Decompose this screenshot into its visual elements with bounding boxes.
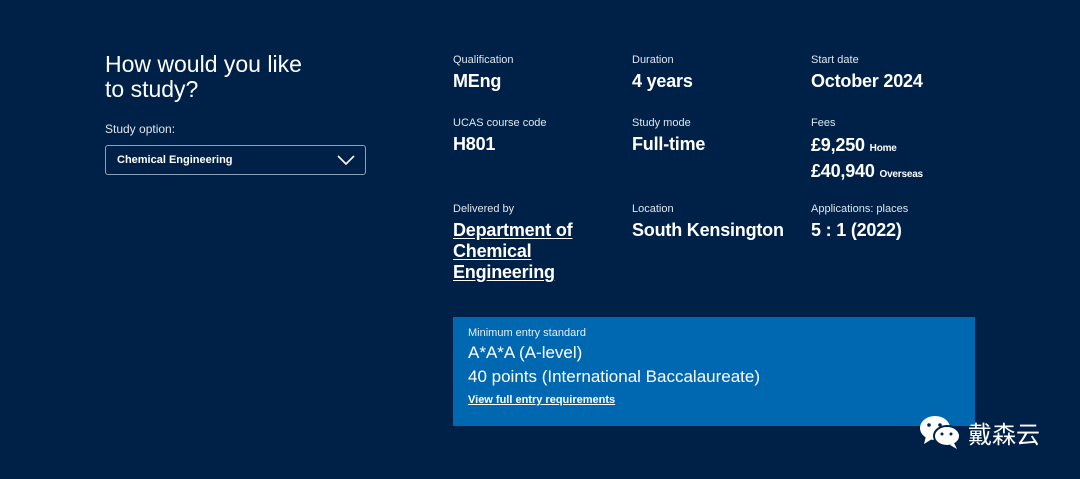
fees-label: Fees xyxy=(811,117,836,129)
start-date-label: Start date xyxy=(811,54,859,66)
study-mode-label: Study mode xyxy=(632,117,691,129)
location-cell: Location South Kensington xyxy=(632,202,802,241)
qualification-value: MEng xyxy=(453,71,502,91)
duration-cell: Duration 4 years xyxy=(632,53,802,92)
wechat-icon xyxy=(920,416,961,449)
applications-label: Applications: places xyxy=(811,203,909,215)
ucas-value: H801 xyxy=(453,134,496,154)
fee-home: £9,250 Home xyxy=(811,135,897,155)
entry-ib: 40 points (International Baccalaureate) xyxy=(468,367,761,386)
fees-values: £9,250 Home £40,940 Overseas xyxy=(811,134,981,186)
entry-a-level: A*A*A (A-level) xyxy=(468,343,583,362)
delivered-by-cell: Delivered by Department of Chemical Engi… xyxy=(453,202,613,283)
qualification-cell: Qualification MEng xyxy=(453,53,623,92)
study-option-select[interactable]: Chemical Engineering xyxy=(105,145,366,175)
start-date-cell: Start date October 2024 xyxy=(811,53,981,92)
ucas-cell: UCAS course code H801 xyxy=(453,116,623,155)
fees-cell: Fees £9,250 Home £40,940 Overseas xyxy=(811,116,981,186)
applications-cell: Applications: places 5 : 1 (2022) xyxy=(811,202,981,241)
watermark-text: 戴森云 xyxy=(968,420,1040,449)
study-option-label: Study option: xyxy=(105,122,176,136)
study-option-value: Chemical Engineering xyxy=(117,154,233,166)
delivered-by-value: Department of Chemical Engineering xyxy=(453,220,613,283)
start-date-value: October 2024 xyxy=(811,71,923,91)
study-options-panel: How would you like to study? Study optio… xyxy=(105,52,367,175)
duration-label: Duration xyxy=(632,54,674,66)
watermark: 戴森云 xyxy=(918,414,1040,450)
department-link[interactable]: Department of Chemical Engineering xyxy=(453,220,573,282)
qualification-label: Qualification xyxy=(453,54,514,66)
view-entry-requirements-link[interactable]: View full entry requirements xyxy=(468,394,615,406)
duration-value: 4 years xyxy=(632,71,693,91)
chevron-down-icon xyxy=(337,155,355,165)
delivered-by-label: Delivered by xyxy=(453,203,515,215)
study-mode-value: Full-time xyxy=(632,134,706,154)
ucas-label: UCAS course code xyxy=(453,117,547,129)
study-mode-cell: Study mode Full-time xyxy=(632,116,802,155)
fee-overseas: £40,940 Overseas xyxy=(811,161,923,181)
applications-value: 5 : 1 (2022) xyxy=(811,220,902,240)
location-value: South Kensington xyxy=(632,220,784,240)
location-label: Location xyxy=(632,203,674,215)
entry-label: Minimum entry standard xyxy=(468,327,586,339)
study-heading: How would you like to study? xyxy=(105,51,302,102)
entry-requirements-box: Minimum entry standard A*A*A (A-level) 4… xyxy=(453,317,975,426)
